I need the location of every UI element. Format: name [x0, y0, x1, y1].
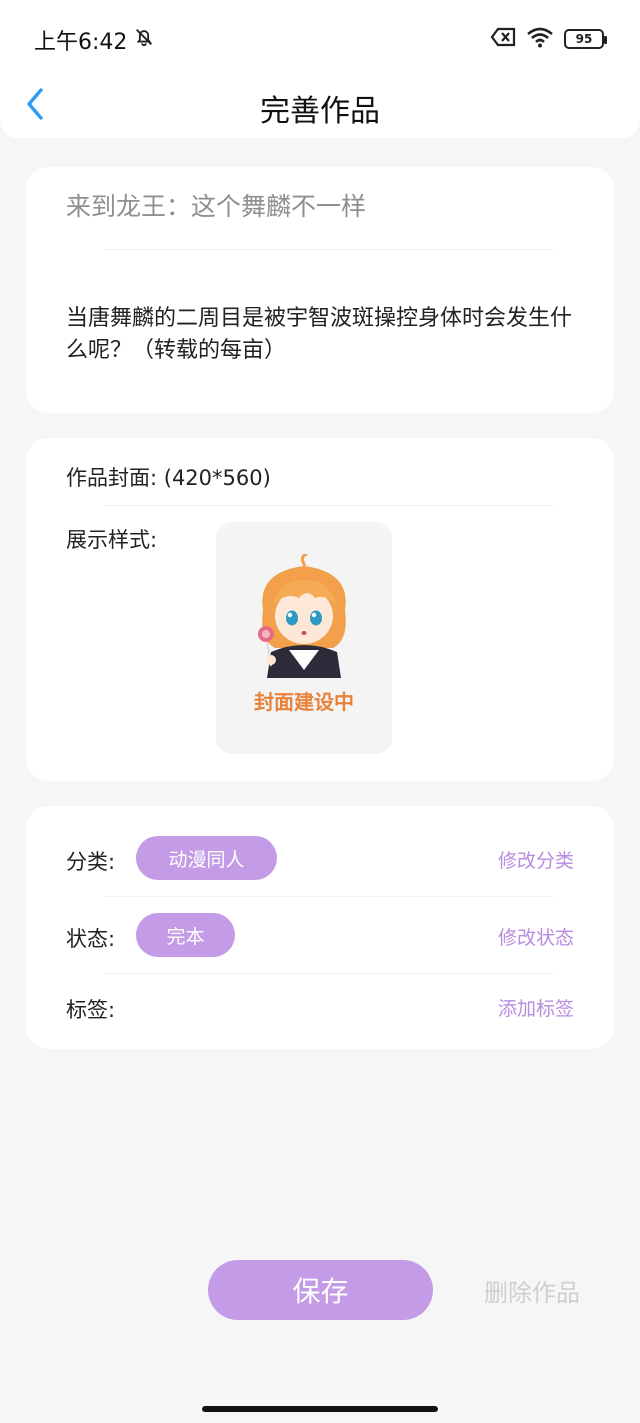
page-title: 完善作品: [260, 94, 380, 129]
cover-placeholder-text: 封面建设中: [254, 690, 354, 714]
divider: [104, 249, 554, 250]
delete-work-button[interactable]: 删除作品: [484, 1273, 580, 1308]
anime-girl-mascot-icon: [258, 554, 346, 678]
work-info-card: 来到龙王：这个舞麟不一样 当唐舞麟的二周目是被宇智波斑操控身体时会发生什么呢？（…: [26, 167, 614, 413]
battery-icon: 95: [564, 29, 607, 49]
status-icons: 95: [490, 26, 607, 52]
edit-status-link[interactable]: 修改状态: [498, 923, 574, 950]
top-bar: 上午6:42 95 完善作品: [0, 0, 640, 138]
cover-card: 作品封面: (420*560) 展示样式: 封面建设中: [26, 438, 614, 781]
divider: [104, 973, 554, 974]
cover-image[interactable]: 封面建设中: [216, 522, 392, 754]
category-label: 分类:: [66, 850, 116, 874]
sim-error-icon: [490, 26, 516, 52]
status-time-text: 上午6:42: [34, 30, 128, 55]
bell-muted-icon: [133, 26, 155, 54]
add-tag-link[interactable]: 添加标签: [498, 994, 574, 1021]
work-description[interactable]: 当唐舞麟的二周目是被宇智波斑操控身体时会发生什么呢？（转载的每亩）: [66, 303, 586, 367]
divider: [104, 896, 554, 897]
category-chip[interactable]: 动漫同人: [136, 836, 277, 880]
display-style-label: 展示样式:: [66, 528, 158, 552]
wifi-icon: [526, 26, 554, 52]
cover-label: 作品封面: (420*560): [66, 466, 271, 490]
status-time: 上午6:42: [34, 24, 155, 56]
meta-card: 分类: 动漫同人 修改分类 状态: 完本 修改状态 标签: 添加标签: [26, 806, 614, 1049]
battery-level: 95: [575, 32, 593, 46]
divider: [104, 505, 554, 506]
status-chip[interactable]: 完本: [136, 913, 235, 957]
status-label: 状态:: [66, 927, 116, 951]
save-button[interactable]: 保存: [208, 1260, 433, 1320]
edit-category-link[interactable]: 修改分类: [498, 846, 574, 873]
tags-label: 标签:: [66, 998, 116, 1022]
work-title[interactable]: 来到龙王：这个舞麟不一样: [66, 187, 366, 223]
home-indicator: [202, 1406, 438, 1412]
